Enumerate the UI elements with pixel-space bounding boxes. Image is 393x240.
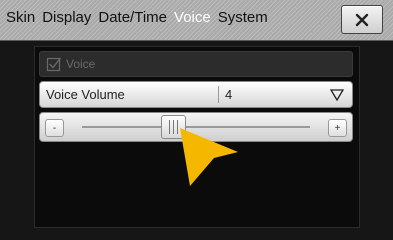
increase-button[interactable]: + — [328, 119, 347, 137]
tab-display[interactable]: Display — [42, 9, 91, 26]
close-button[interactable] — [341, 5, 383, 34]
tab-date-time[interactable]: Date/Time — [98, 9, 167, 26]
settings-screen: Skin Display Date/Time Voice System Voic… — [0, 0, 393, 240]
voice-toggle-row[interactable]: Voice — [39, 51, 353, 77]
voice-volume-label: Voice Volume — [46, 87, 125, 102]
top-bar: Skin Display Date/Time Voice System — [0, 0, 393, 41]
grip-line — [169, 120, 171, 134]
pointer-arrow-icon — [180, 128, 238, 186]
tab-system[interactable]: System — [218, 9, 268, 26]
checkbox-checked-icon[interactable] — [46, 56, 62, 72]
voice-volume-value: 4 — [225, 87, 233, 102]
voice-label: Voice — [66, 57, 96, 71]
decrease-button[interactable]: - — [45, 119, 64, 137]
tab-skin[interactable]: Skin — [6, 9, 35, 26]
triangle-down-icon[interactable] — [330, 88, 344, 101]
close-x-icon — [355, 13, 369, 26]
tab-voice[interactable]: Voice — [174, 9, 211, 26]
grip-line — [173, 120, 175, 134]
tab-bar: Skin Display Date/Time Voice System — [6, 9, 268, 26]
voice-volume-select[interactable]: Voice Volume 4 — [39, 81, 353, 108]
